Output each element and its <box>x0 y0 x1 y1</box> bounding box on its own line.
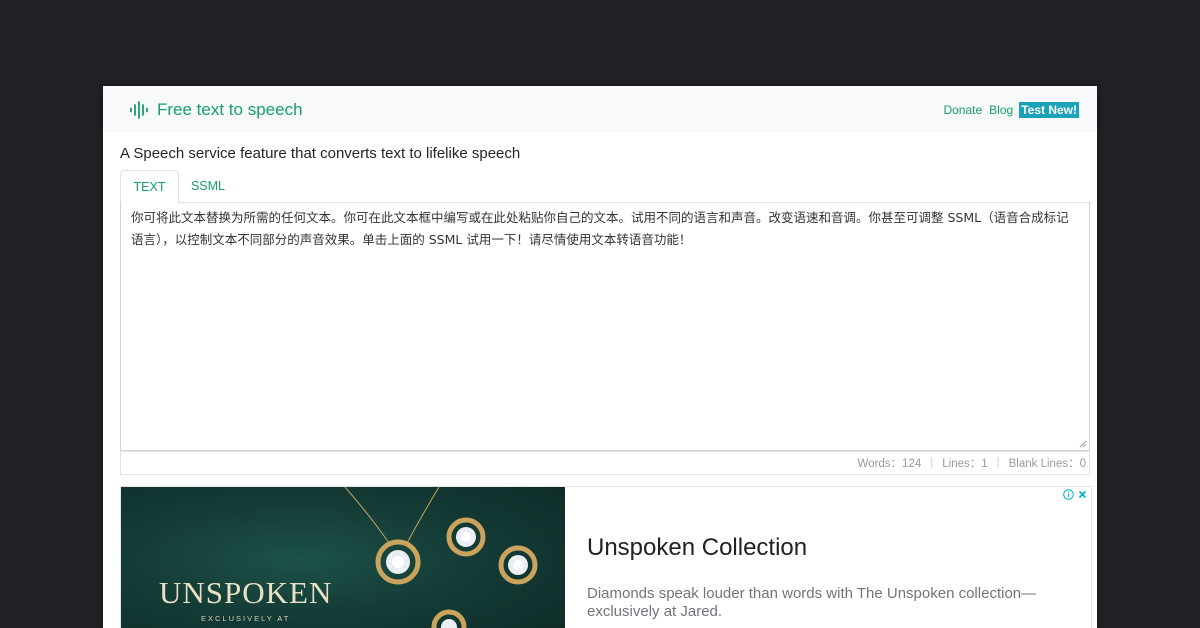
ad-description[interactable]: Diamonds speak louder than words with Th… <box>587 585 1057 621</box>
line-count: Lines：1 <box>942 458 988 470</box>
text-editor[interactable]: 你可将此文本替换为所需的任何文本。你可在此文本框中编写或在此处粘贴你自己的文本。… <box>120 202 1090 451</box>
close-icon[interactable] <box>1077 489 1088 500</box>
blank-line-count: Blank Lines：0 <box>1008 458 1086 470</box>
pendant-icon <box>375 539 421 585</box>
nav-links: Donate Blog Test New! <box>936 102 1079 118</box>
page-subtitle: A Speech service feature that converts t… <box>120 145 521 162</box>
advertisement[interactable]: UNSPOKEN EXCLUSIVELY AT Unspoken Collect… <box>120 486 1092 628</box>
text-stats-bar: Words：124 | Lines：1 | Blank Lines：0 <box>120 451 1090 475</box>
blog-link[interactable]: Blog <box>989 103 1013 117</box>
brand-link[interactable]: Free text to speech <box>129 99 303 121</box>
word-count: Words：124 <box>857 458 922 470</box>
ad-image-brand: UNSPOKEN <box>159 575 333 610</box>
ad-title[interactable]: Unspoken Collection <box>587 534 807 562</box>
tab-ssml[interactable]: SSML <box>180 170 236 202</box>
donate-link[interactable]: Donate <box>943 103 982 117</box>
ring-icon <box>431 609 467 628</box>
ad-image-subtext: EXCLUSIVELY AT <box>201 614 291 623</box>
stats-divider: | <box>996 457 1000 469</box>
ad-image[interactable]: UNSPOKEN EXCLUSIVELY AT <box>121 487 565 628</box>
brand-title: Free text to speech <box>157 100 303 119</box>
test-new-link[interactable]: Test New! <box>1019 102 1079 118</box>
editor-content[interactable]: 你可将此文本替换为所需的任何文本。你可在此文本框中编写或在此处粘贴你自己的文本。… <box>131 210 1069 247</box>
ad-choices[interactable] <box>1063 489 1088 500</box>
tab-text[interactable]: TEXT <box>120 170 179 204</box>
tab-bar: TEXT SSML <box>120 170 1092 204</box>
earring-icon <box>446 517 486 557</box>
info-icon[interactable] <box>1063 489 1074 500</box>
stats-divider: | <box>930 457 934 469</box>
earring-icon <box>498 545 538 585</box>
browser-page: Free text to speech Donate Blog Test New… <box>103 86 1097 628</box>
resize-handle-icon[interactable] <box>1079 440 1087 448</box>
navbar: Free text to speech Donate Blog Test New… <box>103 86 1097 132</box>
soundwave-icon <box>130 101 148 119</box>
